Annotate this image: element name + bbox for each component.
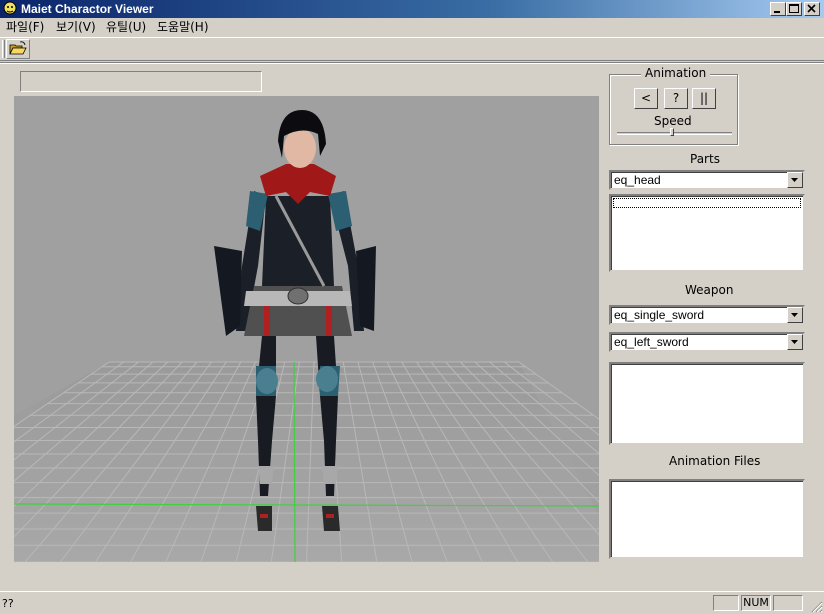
minimize-icon — [774, 11, 780, 13]
maximize-icon — [789, 4, 799, 13]
chevron-down-icon — [791, 340, 798, 344]
prev-frame-button[interactable]: < — [634, 88, 658, 109]
parts-select[interactable]: eq_head — [609, 170, 805, 190]
speed-slider-thumb[interactable] — [670, 128, 675, 136]
toolbar — [0, 37, 824, 61]
speed-label: Speed — [654, 114, 692, 128]
window-title: Maiet Charactor Viewer — [21, 2, 154, 16]
parts-list-focus-row[interactable] — [613, 198, 801, 208]
info-field — [20, 71, 262, 92]
title-bar: Maiet Charactor Viewer — [0, 0, 824, 18]
character-model — [214, 110, 376, 531]
folder-open-icon — [9, 41, 27, 55]
chevron-down-icon — [791, 313, 798, 317]
help-button[interactable]: ? — [664, 88, 688, 109]
resize-grip-icon[interactable] — [811, 601, 823, 613]
animation-group-label: Animation — [641, 66, 711, 80]
weapon-label: Weapon — [685, 283, 734, 297]
close-button[interactable] — [804, 2, 820, 16]
parts-select-value: eq_head — [614, 173, 661, 187]
status-pane-num: NUM — [741, 595, 771, 611]
weapon-right-dropdown-button[interactable] — [787, 307, 803, 323]
weapon-list[interactable] — [609, 362, 805, 445]
status-bar: ?? NUM — [0, 591, 824, 614]
animation-files-list[interactable] — [609, 479, 805, 559]
parts-label: Parts — [690, 152, 720, 166]
minimize-button[interactable] — [770, 2, 786, 16]
weapon-right-select-value: eq_single_sword — [614, 308, 705, 322]
speed-slider-track[interactable] — [617, 132, 732, 135]
animation-files-label: Animation Files — [669, 454, 761, 468]
menu-help[interactable]: 도움말(H) — [155, 20, 211, 35]
menu-view[interactable]: 보기(V) — [54, 20, 98, 35]
chevron-down-icon — [791, 178, 798, 182]
toolbar-grip[interactable] — [2, 40, 5, 58]
weapon-left-dropdown-button[interactable] — [787, 334, 803, 350]
parts-list[interactable] — [609, 194, 805, 272]
pause-button[interactable]: || — [692, 88, 716, 109]
menu-file[interactable]: 파일(F) — [4, 20, 46, 35]
weapon-right-select[interactable]: eq_single_sword — [609, 305, 805, 325]
status-pane-caps — [713, 595, 739, 611]
viewport-3d[interactable] — [14, 96, 599, 562]
weapon-left-select[interactable]: eq_left_sword — [609, 332, 805, 352]
status-text: ?? — [2, 597, 14, 610]
maximize-button[interactable] — [786, 2, 802, 16]
menu-util[interactable]: 유틸(U) — [104, 20, 148, 35]
close-icon — [807, 4, 816, 13]
weapon-left-select-value: eq_left_sword — [614, 335, 689, 349]
status-pane-scroll — [773, 595, 803, 611]
toolbar-separator — [0, 62, 824, 64]
app-icon — [3, 1, 17, 15]
menu-bar: 파일(F) 보기(V) 유틸(U) 도움말(H) — [0, 18, 824, 37]
parts-dropdown-button[interactable] — [787, 172, 803, 188]
open-file-button[interactable] — [6, 39, 30, 59]
